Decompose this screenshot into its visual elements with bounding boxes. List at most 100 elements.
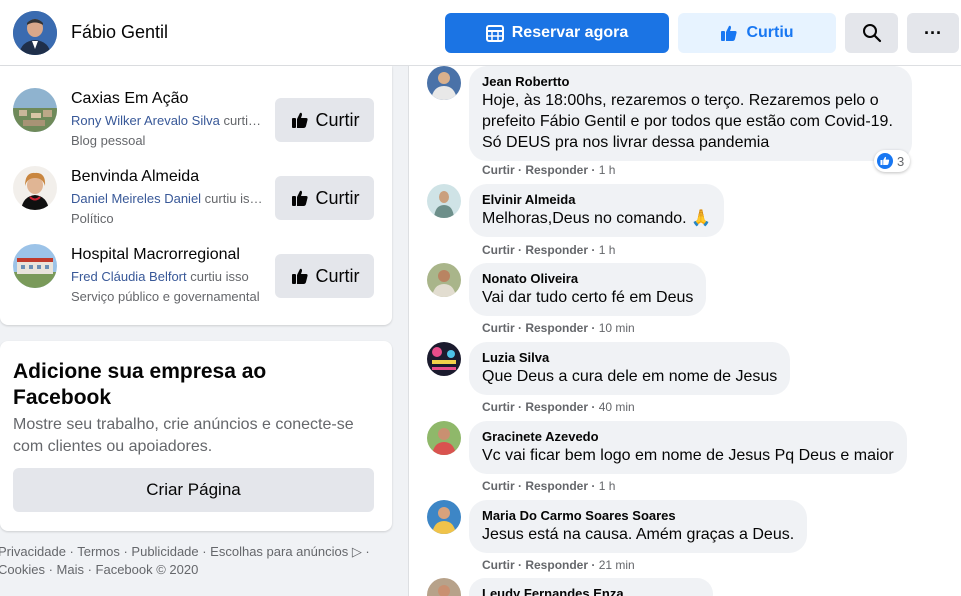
- like-page-button[interactable]: Curtir: [275, 98, 374, 142]
- search-icon: [862, 24, 881, 43]
- comment-timestamp[interactable]: 1 h: [599, 163, 616, 177]
- thumbs-up-icon: [721, 25, 738, 41]
- comment-author[interactable]: Elvinir Almeida: [482, 192, 711, 208]
- suggestion-title[interactable]: Caxias Em Ação: [71, 90, 261, 108]
- thumbs-up-icon: [291, 190, 308, 206]
- footer-links-line1[interactable]: Privacidade · Termos · Publicidade · Esc…: [0, 543, 393, 561]
- commenter-avatar[interactable]: [427, 342, 461, 376]
- liked-suffix: curtiu isso: [186, 269, 249, 284]
- suggestion-item: Hospital Macrorregional Fred Cláudia Bel…: [0, 232, 392, 310]
- suggestion-category: Serviço público e governamental: [71, 289, 260, 304]
- suggestion-avatar[interactable]: [13, 244, 57, 288]
- like-label: Curtir: [315, 187, 360, 208]
- suggestion-item: Benvinda Almeida Daniel Meireles Daniel …: [0, 154, 392, 232]
- comment-text: Que Deus a cura dele em nome de Jesus: [482, 368, 778, 385]
- like-label: Curtir: [315, 265, 360, 286]
- comment-author[interactable]: Leudy Fernandes Enza: [482, 586, 700, 596]
- comment-actions: Curtir · Responder · 1 h: [482, 243, 616, 257]
- comment-actions: Curtir · Responder · 10 min: [482, 321, 635, 335]
- page-title[interactable]: Fábio Gentil: [71, 22, 168, 43]
- comment-author[interactable]: Jean Robertto: [482, 74, 899, 90]
- comment-text: Vc vai ficar bem logo em nome de Jesus P…: [482, 447, 894, 464]
- comment-bubble: Jean Robertto Hoje, às 18:00hs, rezaremo…: [469, 66, 912, 161]
- create-page-button[interactable]: Criar Página: [13, 468, 374, 512]
- comment-timestamp[interactable]: 40 min: [599, 400, 635, 414]
- comment-text: Vai dar tudo certo fé em Deus: [482, 289, 694, 306]
- commenter-avatar[interactable]: [427, 263, 461, 297]
- like-reaction-icon: [877, 153, 893, 169]
- comment-timestamp[interactable]: 21 min: [599, 558, 635, 572]
- comment-bubble: Luzia Silva Que Deus a cura dele em nome…: [469, 342, 791, 395]
- suggested-pages-card: Caxias Em Ação Rony Wilker Arevalo Silva…: [0, 66, 392, 325]
- friend-name[interactable]: Fred Cláudia Belfort: [71, 269, 187, 284]
- suggestion-liked-by: Fred Cláudia Belfort curtiu isso: [71, 269, 263, 284]
- comment-text: Melhoras,Deus no comando. 🙏: [482, 210, 711, 227]
- like-page-button[interactable]: Curtir: [275, 254, 374, 298]
- liked-button[interactable]: Curtiu: [678, 13, 836, 53]
- reaction-number: 3: [897, 153, 905, 169]
- reserve-now-label: Reservar agora: [511, 24, 629, 41]
- commenter-avatar[interactable]: [427, 421, 461, 455]
- friend-name[interactable]: Rony Wilker Arevalo Silva: [71, 113, 220, 128]
- comment-actions: Curtir · Responder · 21 min: [482, 558, 635, 572]
- calendar-icon: [485, 25, 504, 42]
- like-page-button[interactable]: Curtir: [275, 176, 374, 220]
- comment-reply-link[interactable]: Responder: [525, 479, 588, 493]
- page-avatar[interactable]: [13, 11, 57, 55]
- comment-actions: Curtir · Responder · 1 h: [482, 479, 616, 493]
- thumbs-up-icon: [291, 112, 308, 128]
- reaction-count[interactable]: 3: [874, 150, 911, 172]
- site-footer: Privacidade · Termos · Publicidade · Esc…: [0, 543, 393, 579]
- suggestion-title[interactable]: Hospital Macrorregional: [71, 246, 261, 264]
- suggestion-category: Blog pessoal: [71, 133, 146, 148]
- suggestion-avatar[interactable]: [13, 88, 57, 132]
- commenter-avatar[interactable]: [427, 578, 461, 596]
- suggestion-liked-by: Rony Wilker Arevalo Silva curtiu isso: [71, 113, 263, 128]
- comment-text: Hoje, às 18:00hs, rezaremos o terço. Rez…: [482, 92, 893, 151]
- comment-author[interactable]: Maria Do Carmo Soares Soares: [482, 508, 794, 524]
- comment-author[interactable]: Luzia Silva: [482, 350, 777, 366]
- liked-suffix: curtiu isso: [201, 191, 263, 206]
- comment-reply-link[interactable]: Responder: [525, 400, 588, 414]
- comment-reply-link[interactable]: Responder: [525, 243, 588, 257]
- comment-bubble: Elvinir Almeida Melhoras,Deus no comando…: [469, 184, 724, 237]
- liked-suffix: curtiu isso: [223, 113, 263, 128]
- create-page-description: Mostre seu trabalho, crie anúncios e con…: [13, 416, 354, 455]
- suggestion-title[interactable]: Benvinda Almeida: [71, 168, 261, 186]
- comment-like-link[interactable]: Curtir: [482, 479, 515, 493]
- comment-author[interactable]: Nonato Oliveira: [482, 271, 693, 287]
- suggestion-avatar[interactable]: [13, 166, 57, 210]
- suggestion-category: Político: [71, 211, 114, 226]
- commenter-avatar[interactable]: [427, 66, 461, 100]
- comment-like-link[interactable]: Curtir: [482, 400, 515, 414]
- comment-actions: Curtir · Responder · 40 min: [482, 400, 635, 414]
- comment-like-link[interactable]: Curtir: [482, 163, 515, 177]
- comment-author[interactable]: Gracinete Azevedo: [482, 429, 894, 445]
- commenter-avatar[interactable]: [427, 184, 461, 218]
- comment-text: Jesus está na causa. Amém graças a Deus.: [482, 526, 795, 543]
- commenter-avatar[interactable]: [427, 500, 461, 534]
- footer-links-line2[interactable]: Cookies · Mais · Facebook © 2020: [0, 561, 393, 579]
- comment-reply-link[interactable]: Responder: [525, 558, 588, 572]
- comment-timestamp[interactable]: 10 min: [599, 321, 635, 335]
- friend-name[interactable]: Daniel Meireles Daniel: [71, 191, 201, 206]
- comment-actions: Curtir · Responder · 1 h: [482, 163, 616, 177]
- liked-label: Curtiu: [746, 24, 794, 41]
- create-page-card: Adicione sua empresa ao Facebook Mostre …: [0, 341, 392, 531]
- comment-like-link[interactable]: Curtir: [482, 321, 515, 335]
- comment-timestamp[interactable]: 1 h: [599, 243, 616, 257]
- like-label: Curtir: [315, 109, 360, 130]
- search-button[interactable]: [845, 13, 898, 53]
- reserve-now-button[interactable]: Reservar agora: [445, 13, 669, 53]
- page-header: Fábio Gentil Reservar agora Curtiu ···: [0, 0, 961, 66]
- suggestion-liked-by: Daniel Meireles Daniel curtiu isso: [71, 191, 263, 206]
- create-page-heading: Adicione sua empresa ao Facebook: [13, 360, 267, 409]
- more-options-button[interactable]: ···: [907, 13, 959, 53]
- more-icon: ···: [924, 22, 942, 43]
- comment-timestamp[interactable]: 1 h: [599, 479, 616, 493]
- comment-reply-link[interactable]: Responder: [525, 163, 588, 177]
- comment-reply-link[interactable]: Responder: [525, 321, 588, 335]
- comment-like-link[interactable]: Curtir: [482, 243, 515, 257]
- comment-like-link[interactable]: Curtir: [482, 558, 515, 572]
- comment-bubble: Maria Do Carmo Soares Soares Jesus está …: [469, 500, 808, 553]
